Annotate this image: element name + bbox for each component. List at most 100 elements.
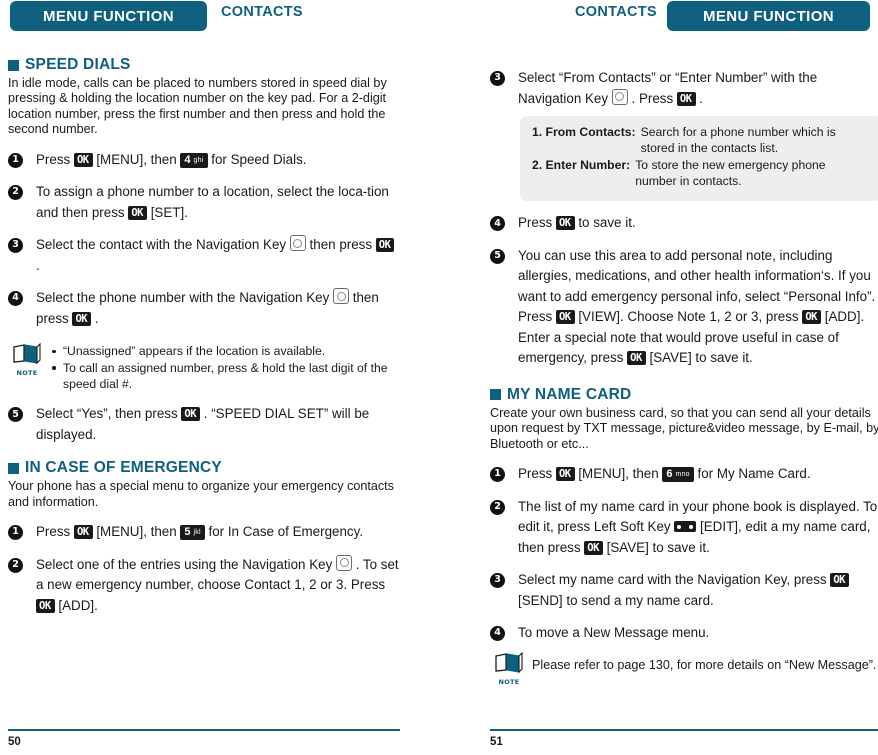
ok-key-icon[interactable]: OK <box>830 573 849 588</box>
step-number-badge: 4 <box>490 216 505 232</box>
note-item: “Unassigned” appears if the location is … <box>50 343 400 359</box>
left-page-content: SPEED DIALS In idle mode, calls can be p… <box>8 56 400 616</box>
step-number-badge: 1 <box>8 152 23 168</box>
step-text: [MENU], then <box>92 151 181 167</box>
section-description: In idle mode, calls can be placed to num… <box>8 76 387 137</box>
step-text: Press <box>518 466 556 482</box>
step-text: Press <box>36 524 74 540</box>
ok-key-icon[interactable]: OK <box>802 310 822 325</box>
ok-key-icon[interactable]: OK <box>555 216 575 231</box>
emergency-step-list-continued: 4 Press OK to save it. 5 You can use this a… <box>490 213 878 369</box>
ok-key-icon[interactable]: OK <box>375 238 395 253</box>
ok-key-icon[interactable]: OK <box>36 598 55 613</box>
step-text: . <box>91 310 99 326</box>
section-heading-speed-dials: SPEED DIALS <box>8 56 400 74</box>
ok-key-icon[interactable]: OK <box>555 310 575 325</box>
breadcrumb-contacts-right: CONTACTS <box>575 4 657 20</box>
note-box-my-name-card: NOTE Please refer to page 130, for more … <box>490 651 878 686</box>
step-text: [ADD]. <box>54 597 98 613</box>
step-text: [SAVE] to save it. <box>645 350 753 366</box>
navigation-key-icon[interactable] <box>289 235 306 252</box>
info-box-label: 1. From Contacts: <box>532 125 636 139</box>
ok-key-icon[interactable]: OK <box>584 540 603 555</box>
instruction-step: 5 Select “Yes”, then press OK . “SPEED DI… <box>8 404 400 445</box>
instruction-step: 3 Select “From Contacts” or “Enter Number… <box>490 68 878 109</box>
note-label: NOTE <box>498 677 520 686</box>
page-number-right: 51 <box>490 735 503 748</box>
section-marker-icon <box>8 59 19 71</box>
ok-key-icon[interactable]: OK <box>73 152 93 167</box>
info-box-text: Search for a phone number which is store… <box>640 125 836 155</box>
header-tab-menu-function-right[interactable]: MENU FUNCTION <box>667 1 870 31</box>
instruction-step: 3 Select the contact with the Navigation … <box>8 235 400 276</box>
page-header: MENU FUNCTION CONTACTS CONTACTS MENU FUN… <box>0 0 878 33</box>
section-description: Create your own business card, so that y… <box>490 405 878 451</box>
step-text: [MENU], then <box>92 524 181 540</box>
instruction-step: 1 Press OK [MENU], then 5 jkl for In Case … <box>8 522 400 543</box>
navigation-key-icon[interactable] <box>336 554 352 571</box>
speed-dials-step-list: 1 Press OK [MENU], then 4 ghi for Speed Di… <box>8 150 400 330</box>
instruction-step: 4 Press OK to save it. <box>490 213 878 234</box>
step-text: . <box>36 257 40 273</box>
number-key-letters: ghi <box>193 156 204 164</box>
section-marker-icon <box>490 389 501 401</box>
note-text: Please refer to page 130, for more detai… <box>532 657 877 672</box>
number-key-icon[interactable]: 6 mno <box>662 467 694 483</box>
step-text: [VIEW]. Choose Note 1, 2 or 3, press <box>574 309 803 325</box>
right-page-footer: 51 <box>490 729 878 755</box>
step-text: [SEND] to send a my name card. <box>518 592 714 608</box>
section-heading-my-name-card: MY NAME CARD <box>490 386 878 404</box>
header-tab-menu-function-left[interactable]: MENU FUNCTION <box>10 1 207 31</box>
emergency-step-list: 1 Press OK [MENU], then 5 jkl for In Case … <box>8 522 400 616</box>
info-box-row: 1. From Contacts: Search for a phone numb… <box>532 125 870 156</box>
section-description: Your phone has a special menu to organiz… <box>8 479 394 509</box>
step-text: for My Name Card. <box>693 466 811 482</box>
ok-key-icon[interactable]: OK <box>72 311 92 326</box>
step-text: Press <box>36 151 74 167</box>
step-text: Press <box>518 215 556 231</box>
note-item-list: “Unassigned” appears if the location is … <box>50 343 400 392</box>
instruction-step: 2 To assign a phone number to a location,… <box>8 182 400 223</box>
step-number-badge: 5 <box>8 407 23 423</box>
left-soft-key-icon[interactable] <box>674 521 697 533</box>
step-number-badge: 2 <box>8 185 23 201</box>
step-text: [SAVE] to save it. <box>602 539 710 555</box>
step-text: for In Case of Emergency. <box>204 524 364 540</box>
ok-key-icon[interactable]: OK <box>181 407 201 422</box>
step-number-badge: 3 <box>8 238 23 254</box>
breadcrumb-contacts-left: CONTACTS <box>221 4 303 20</box>
number-key-icon[interactable]: 4 ghi <box>180 152 208 168</box>
number-key-letters: jkl <box>193 529 201 537</box>
right-page-content: 3 Select “From Contacts” or “Enter Number… <box>490 56 878 686</box>
manual-page-spread: MENU FUNCTION CONTACTS CONTACTS MENU FUN… <box>0 0 878 755</box>
step-text: to save it. <box>574 215 636 231</box>
info-box-rows: 1. From Contacts: Search for a phone numb… <box>532 125 870 189</box>
navigation-key-icon[interactable] <box>611 88 628 105</box>
page-number-left: 50 <box>8 735 21 748</box>
step-number-badge: 3 <box>490 573 505 589</box>
instruction-step: 2 The list of my name card in your phone … <box>490 497 878 559</box>
ok-key-icon[interactable]: OK <box>627 351 646 366</box>
ok-key-icon[interactable]: OK <box>555 467 575 482</box>
note-book-icon: NOTE <box>10 342 44 378</box>
section-title: MY NAME CARD <box>507 385 632 403</box>
ok-key-icon[interactable]: OK <box>676 91 696 106</box>
step-text: [SET]. <box>146 204 188 220</box>
number-key-icon[interactable]: 5 jkl <box>180 525 205 541</box>
note-label: NOTE <box>16 369 38 378</box>
step-number-badge: 1 <box>8 525 23 541</box>
number-key-letters: mno <box>675 471 690 479</box>
ok-key-icon[interactable]: OK <box>73 525 93 540</box>
instruction-step: 2 Select one of the entries using the Nav… <box>8 554 400 617</box>
left-page-footer: 50 <box>8 729 400 755</box>
step-text: Select the phone number with the Navigat… <box>36 290 334 306</box>
step-text: To assign a phone number to a location, … <box>36 184 389 220</box>
step-number-badge: 2 <box>490 499 505 515</box>
speed-dials-step-5: 5 Select “Yes”, then press OK . “SPEED DI… <box>8 404 400 445</box>
ok-key-icon[interactable]: OK <box>128 205 147 220</box>
info-box-contact-options: 1. From Contacts: Search for a phone numb… <box>520 116 878 202</box>
my-name-card-step-list: 1 Press OK [MENU], then 6 mno for My Name … <box>490 464 878 644</box>
instruction-step: 4 Select the phone number with the Naviga… <box>8 288 400 329</box>
instruction-step: 5 You can use this area to add personal n… <box>490 246 878 369</box>
navigation-key-icon[interactable] <box>333 288 350 305</box>
